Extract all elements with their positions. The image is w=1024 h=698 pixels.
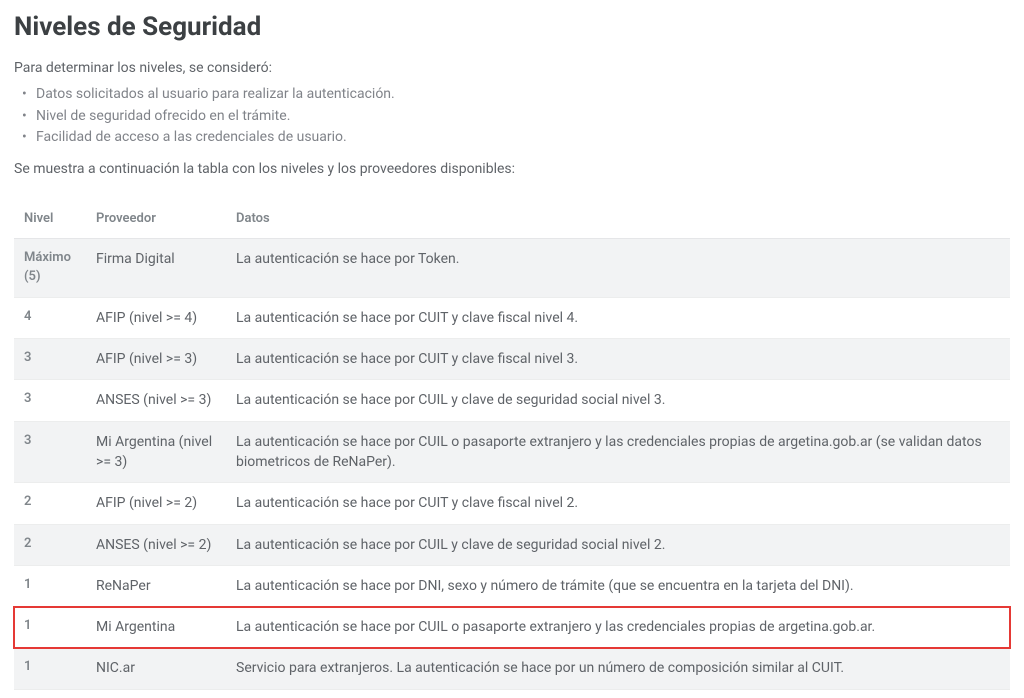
cell-datos: La autenticación se hace por CUIT y clav…	[226, 297, 1010, 338]
cell-datos: La autenticación se hace por CUIL o pasa…	[226, 607, 1010, 648]
cell-nivel: Máximo(5)	[14, 239, 86, 298]
levels-table: Nivel Proveedor Datos Máximo(5)Firma Dig…	[14, 201, 1010, 690]
page-title: Niveles de Seguridad	[14, 12, 1010, 42]
criteria-list: Datos solicitados al usuario para realiz…	[14, 84, 1010, 149]
table-intro-text: Se muestra a continuación la tabla con l…	[14, 161, 1010, 177]
criteria-item: Datos solicitados al usuario para realiz…	[14, 84, 1010, 106]
table-row: 1Mi ArgentinaLa autenticación se hace po…	[14, 607, 1010, 648]
cell-proveedor: NIC.ar	[86, 648, 226, 689]
table-header-row: Nivel Proveedor Datos	[14, 201, 1010, 239]
criteria-item: Facilidad de acceso a las credenciales d…	[14, 127, 1010, 149]
cell-datos: La autenticación se hace por CUIL o pasa…	[226, 421, 1010, 483]
cell-proveedor: AFIP (nivel >= 4)	[86, 297, 226, 338]
cell-nivel: 4	[14, 297, 86, 338]
cell-datos: La autenticación se hace por DNI, sexo y…	[226, 565, 1010, 606]
table-row: 4AFIP (nivel >= 4)La autenticación se ha…	[14, 297, 1010, 338]
cell-nivel: 1	[14, 565, 86, 606]
cell-datos: La autenticación se hace por CUIL y clav…	[226, 380, 1010, 421]
table-row: 3AFIP (nivel >= 3)La autenticación se ha…	[14, 339, 1010, 380]
cell-datos: La autenticación se hace por CUIT y clav…	[226, 483, 1010, 524]
cell-nivel-sub: (5)	[24, 268, 76, 287]
cell-datos: La autenticación se hace por CUIT y clav…	[226, 339, 1010, 380]
criteria-item: Nivel de seguridad ofrecido en el trámit…	[14, 106, 1010, 128]
cell-proveedor: Mi Argentina	[86, 607, 226, 648]
header-nivel: Nivel	[14, 201, 86, 239]
cell-datos: La autenticación se hace por Token.	[226, 239, 1010, 298]
cell-proveedor: ANSES (nivel >= 3)	[86, 380, 226, 421]
cell-nivel: 1	[14, 607, 86, 648]
table-row: 1NIC.arServicio para extranjeros. La aut…	[14, 648, 1010, 689]
cell-proveedor: ReNaPer	[86, 565, 226, 606]
table-row: 1ReNaPerLa autenticación se hace por DNI…	[14, 565, 1010, 606]
cell-nivel: 3	[14, 380, 86, 421]
cell-nivel: 1	[14, 648, 86, 689]
cell-proveedor: Mi Argentina (nivel >= 3)	[86, 421, 226, 483]
header-proveedor: Proveedor	[86, 201, 226, 239]
cell-proveedor: ANSES (nivel >= 2)	[86, 524, 226, 565]
cell-proveedor: Firma Digital	[86, 239, 226, 298]
cell-proveedor: AFIP (nivel >= 3)	[86, 339, 226, 380]
table-row: Máximo(5)Firma DigitalLa autenticación s…	[14, 239, 1010, 298]
table-row: 2AFIP (nivel >= 2)La autenticación se ha…	[14, 483, 1010, 524]
cell-datos: Servicio para extranjeros. La autenticac…	[226, 648, 1010, 689]
table-row: 3Mi Argentina (nivel >= 3)La autenticaci…	[14, 421, 1010, 483]
cell-datos: La autenticación se hace por CUIL y clav…	[226, 524, 1010, 565]
cell-nivel: 3	[14, 421, 86, 483]
header-datos: Datos	[226, 201, 1010, 239]
table-row: 3ANSES (nivel >= 3)La autenticación se h…	[14, 380, 1010, 421]
cell-nivel: 2	[14, 483, 86, 524]
table-row: 2ANSES (nivel >= 2)La autenticación se h…	[14, 524, 1010, 565]
cell-proveedor: AFIP (nivel >= 2)	[86, 483, 226, 524]
cell-nivel: 3	[14, 339, 86, 380]
cell-nivel: 2	[14, 524, 86, 565]
intro-text: Para determinar los niveles, se consider…	[14, 60, 1010, 76]
